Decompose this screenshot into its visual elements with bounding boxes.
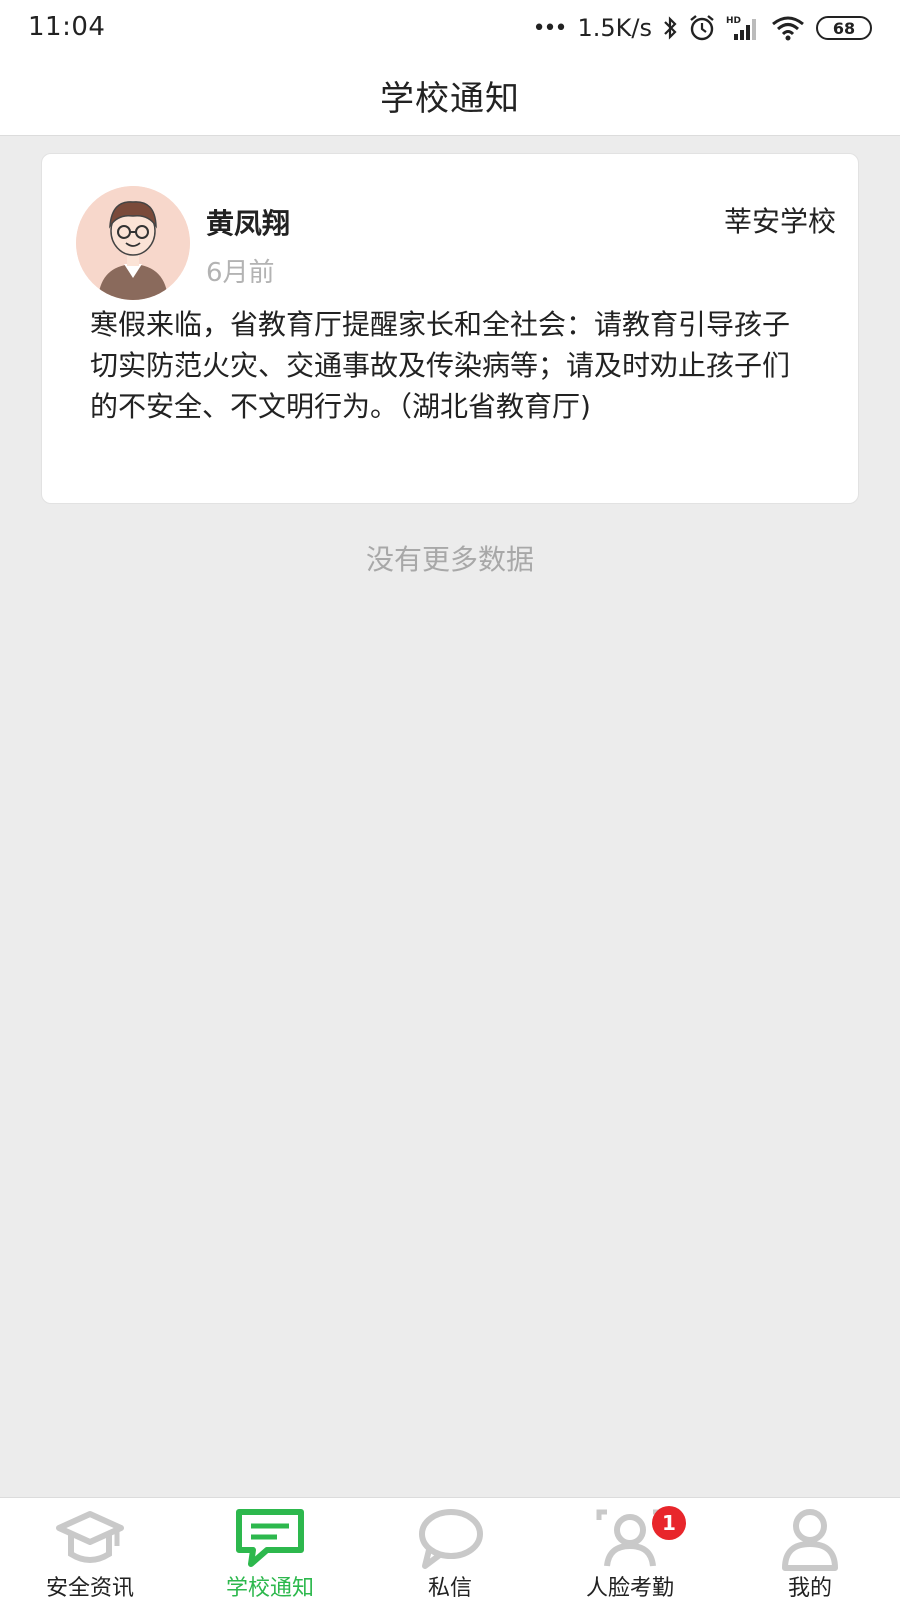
nav-label: 学校通知 [225, 1576, 314, 1600]
notice-card[interactable]: 黄凤翔 6月前 莘安学校 寒假来临，省教育厅提醒家长和全社会：请教育引导孩子切实… [41, 153, 859, 504]
author-name: 黄凤翔 [206, 207, 291, 240]
avatar [76, 186, 190, 300]
nav-item-safety-news[interactable]: 安全资讯 [0, 1498, 180, 1600]
page-title: 学校通知 [380, 79, 520, 119]
user-icon [773, 1506, 847, 1572]
nav-label: 我的 [787, 1576, 832, 1600]
battery-icon: 68 [816, 16, 872, 40]
nav-label: 私信 [427, 1576, 472, 1600]
notice-body: 寒假来临，省教育厅提醒家长和全社会：请教育引导孩子切实防范火灾、交通事故及传染病… [90, 308, 791, 423]
app-header: 学校通知 [0, 56, 900, 136]
nav-item-school-notice[interactable]: 学校通知 [180, 1498, 360, 1600]
nav-item-mine[interactable]: 我的 [720, 1498, 900, 1600]
chat-bubble-icon [413, 1506, 487, 1572]
bluetooth-icon [662, 15, 678, 41]
svg-text:HD: HD [726, 16, 741, 26]
nav-label: 安全资讯 [45, 1576, 134, 1600]
nav-item-face-attendance[interactable]: 1 人脸考勤 [540, 1498, 720, 1600]
school-name: 莘安学校 [723, 205, 836, 238]
bottom-nav: 安全资讯 学校通知 私信 1 人脸考勤 我的 [0, 1497, 900, 1600]
hd-signal-icon: HD [726, 14, 760, 42]
list-end-text: 没有更多数据 [365, 543, 534, 576]
wifi-icon [770, 14, 806, 42]
status-time: 11:04 [28, 12, 106, 42]
nav-item-private-message[interactable]: 私信 [360, 1498, 540, 1600]
network-speed: 1.5K/s [577, 14, 653, 42]
message-icon [233, 1506, 307, 1572]
status-bar: 11:04 ••• 1.5K/s HD 68 [0, 0, 900, 56]
post-time: 6月前 [206, 258, 275, 288]
status-icons: ••• 1.5K/s HD 68 [533, 10, 872, 46]
notification-badge: 1 [652, 1506, 686, 1540]
dots-icon: ••• [532, 15, 568, 41]
graduation-cap-icon [53, 1506, 127, 1572]
alarm-icon [688, 14, 716, 42]
nav-label: 人脸考勤 [585, 1576, 674, 1600]
